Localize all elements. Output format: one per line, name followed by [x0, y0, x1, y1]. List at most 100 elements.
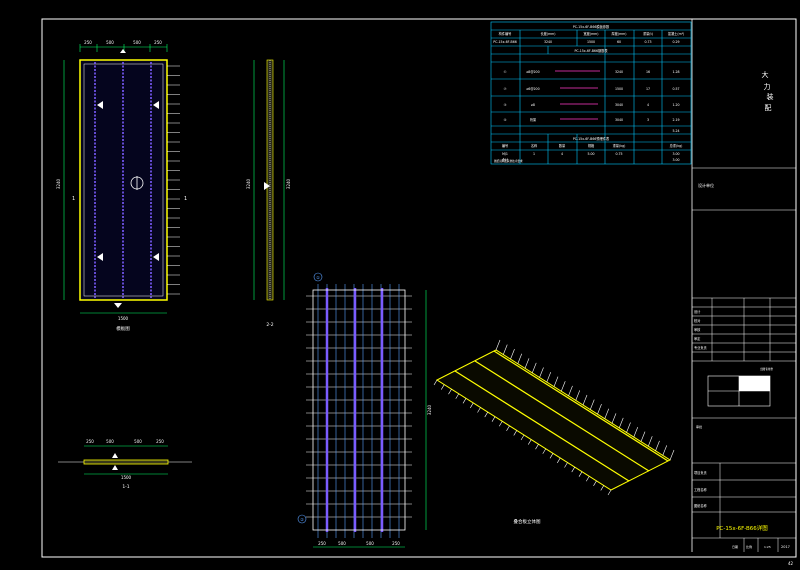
title-scale-label: 比例	[746, 544, 752, 549]
title-vertical-3: 装	[767, 92, 774, 101]
svg-text:MJ1: MJ1	[502, 152, 508, 156]
section-top-dim-1: 250	[86, 439, 94, 444]
svg-text:桁架: 桁架	[530, 117, 537, 122]
rebar-line	[531, 362, 537, 374]
parameter-table-text: PC-15x-6F-B66模板参数 构件编号 长度(mm) 宽度(mm) 厚度(…	[493, 24, 684, 162]
rebar-line	[578, 471, 583, 477]
title-vertical-1: 大	[762, 70, 769, 79]
title-date-value: 2017	[781, 545, 790, 549]
svg-text:校对: 校对	[694, 318, 701, 323]
rebar-line	[600, 485, 605, 491]
rebar-bottom-dim-2: 500	[338, 541, 346, 546]
svg-text:名称: 名称	[531, 143, 538, 148]
plan-view: 250 500 500 250 1 1 3240 1500 模板图	[56, 40, 187, 332]
title-date-label: 日期	[732, 544, 738, 549]
svg-text:0.75: 0.75	[615, 152, 622, 156]
table-title-2: PC-15x-6F-B66钢筋表	[574, 48, 608, 53]
rebar-line	[502, 344, 508, 355]
svg-text:1500: 1500	[615, 87, 623, 91]
svg-text:4: 4	[561, 152, 563, 156]
sheet-number: 42	[788, 561, 794, 566]
rebar-line	[433, 379, 438, 386]
rebar-line	[618, 417, 624, 429]
plan-slab-outline	[79, 59, 168, 301]
title-vertical-4: 配	[765, 104, 772, 112]
rebar-line	[549, 453, 554, 459]
section-marker	[112, 453, 118, 458]
rebar-line	[469, 402, 474, 409]
svg-text:长度(mm): 长度(mm)	[540, 31, 555, 36]
svg-text:③: ③	[504, 103, 507, 107]
plan-caption: 模板图	[116, 325, 130, 332]
table-title-1: PC-15x-6F-B66模板参数	[573, 24, 610, 29]
section-slab	[83, 459, 169, 465]
title-project-label: 设计单位	[698, 182, 714, 188]
svg-text:3040: 3040	[615, 118, 623, 122]
rebar-line	[604, 408, 610, 419]
rebar-line	[582, 394, 588, 406]
svg-text:3040: 3040	[615, 103, 623, 107]
plan-protruding-bars	[167, 65, 180, 295]
rebar-line	[484, 411, 489, 418]
plan-marker-top	[120, 49, 126, 53]
side-view: 3240 3240 2-2	[246, 59, 291, 328]
rebar-line	[589, 399, 595, 410]
rebar-line	[495, 339, 501, 351]
plan-top-dim-3: 500	[133, 40, 141, 45]
rebar-line	[662, 445, 668, 456]
svg-text:混凝土(m³): 混凝土(m³)	[668, 31, 684, 36]
section-caption: 1-1	[122, 484, 129, 490]
svg-text:1: 1	[533, 152, 535, 156]
rebar-line	[611, 413, 617, 424]
rebar-bottom-dim-3: 500	[366, 541, 374, 546]
title-signature-grid	[692, 297, 796, 362]
rebar-line	[498, 421, 503, 427]
rebar-line	[477, 407, 481, 413]
svg-text:3.00: 3.00	[672, 152, 679, 156]
side-left-dim: 3240	[246, 178, 251, 189]
rebar-line	[448, 389, 452, 395]
rebar-side-dim: 3240	[427, 404, 432, 415]
svg-text:②: ②	[504, 87, 507, 91]
rebar-line	[491, 416, 496, 422]
svg-text:构件编号: 构件编号	[499, 31, 512, 36]
table-title-3: PC-15x-6F-B66预埋件表	[573, 136, 610, 141]
svg-text:①: ①	[316, 275, 320, 280]
side-caption: 2-2	[266, 322, 273, 328]
svg-text:3: 3	[647, 118, 649, 122]
plan-top-dim-1: 250	[84, 40, 92, 45]
title-scale-value: 1:25	[764, 545, 771, 549]
rebar-line	[585, 476, 590, 482]
svg-text:17: 17	[646, 87, 650, 91]
title-vertical-2: 力	[764, 82, 771, 91]
title-approval: 审批	[696, 424, 702, 429]
svg-text:重量(kg): 重量(kg)	[613, 143, 626, 148]
rebar-line	[568, 385, 573, 396]
svg-text:1.28: 1.28	[672, 70, 679, 74]
plan-section-mark-right: 1	[184, 196, 187, 202]
rebar-line	[527, 439, 532, 445]
rebar-bottom-dim-4: 250	[392, 541, 400, 546]
rebar-line	[575, 390, 581, 401]
svg-text:厚度(mm): 厚度(mm)	[611, 31, 626, 36]
section-top-dim-4: 250	[156, 439, 164, 444]
svg-text:设计: 设计	[694, 309, 701, 314]
rebar-horizontal-bars	[306, 295, 412, 518]
rebar-line	[597, 404, 602, 415]
rebar-line	[510, 349, 515, 360]
plan-bottom-dim: 1500	[118, 316, 129, 321]
rebar-line	[535, 444, 539, 450]
svg-text:总重(kg): 总重(kg)	[670, 143, 683, 148]
svg-text:⌀6@200: ⌀6@200	[526, 87, 539, 91]
svg-text:3240: 3240	[544, 40, 552, 44]
title-lower-grid	[692, 462, 796, 552]
rebar-line	[553, 376, 559, 387]
rebar-line	[520, 434, 525, 441]
rebar-line	[542, 448, 547, 454]
rebar-view: 3240 ① ② 250 500 500 250	[297, 272, 432, 548]
cad-drawing-sheet: 250 500 500 250 1 1 3240 1500 模板图 3240 3…	[41, 18, 797, 566]
svg-text:⌀8: ⌀8	[531, 103, 535, 107]
title-drawing-name: PC-15x-6F-B66详图	[716, 524, 768, 532]
rebar-line	[560, 381, 566, 392]
svg-text:编号: 编号	[502, 143, 508, 148]
